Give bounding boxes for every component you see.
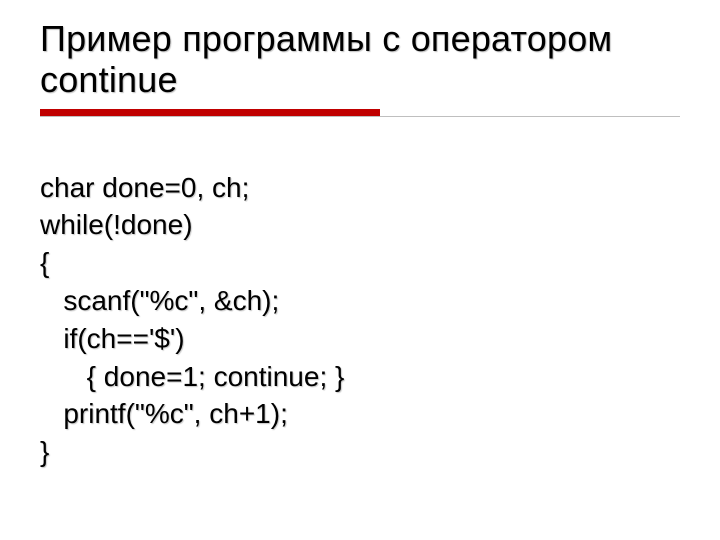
code-line: scanf("%c", &ch); xyxy=(40,285,279,316)
code-line: } xyxy=(40,436,49,467)
slide: Пример программы с оператором continue c… xyxy=(0,0,720,540)
code-line: printf("%c", ch+1); xyxy=(40,398,288,429)
grey-rule xyxy=(40,116,680,117)
code-line: if(ch=='$') xyxy=(40,323,185,354)
slide-title: Пример программы с оператором continue xyxy=(40,18,680,101)
code-line: char done=0, ch; xyxy=(40,172,249,203)
code-line: { done=1; continue; } xyxy=(40,361,344,392)
code-line: while(!done) xyxy=(40,209,193,240)
code-block: char done=0, ch; while(!done) { scanf("%… xyxy=(40,131,680,471)
code-line: { xyxy=(40,247,49,278)
title-underline xyxy=(40,109,680,117)
